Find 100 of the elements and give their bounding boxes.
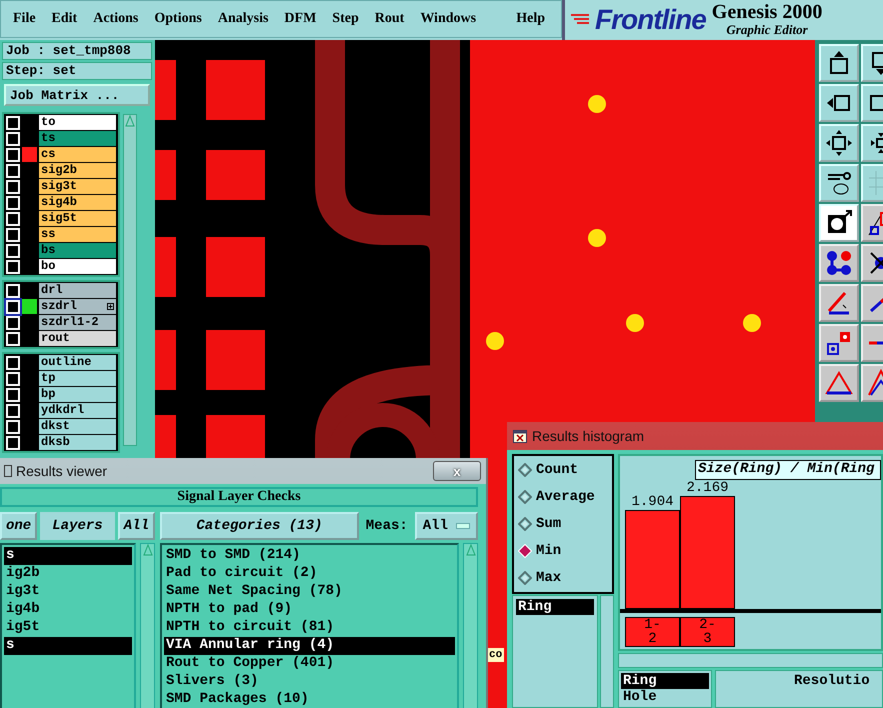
layer-checkbox[interactable] [6, 356, 20, 370]
horizontal-scrollbar[interactable] [618, 652, 883, 668]
layer-name[interactable]: cs [39, 147, 116, 162]
layer-checkbox[interactable] [6, 212, 20, 226]
layer-name[interactable]: szdrl1-2 [39, 315, 116, 330]
measure-item[interactable]: Ring [516, 599, 594, 615]
layer-name[interactable]: dksb [39, 435, 116, 450]
layer-name[interactable]: ts [39, 131, 116, 146]
category-item[interactable]: Pad to circuit (2) [164, 565, 455, 583]
layer-name[interactable]: szdrl [39, 299, 116, 314]
menu-item[interactable]: Edit [44, 11, 86, 27]
layer-name[interactable]: ss [39, 227, 116, 242]
layer-name[interactable]: bs [39, 243, 116, 258]
category-item[interactable]: VIA Annular ring (4) [164, 637, 455, 655]
tool-button[interactable] [819, 244, 859, 282]
scrollbar[interactable] [123, 114, 137, 446]
layer-name[interactable]: sig5t [39, 211, 116, 226]
layer-checkbox[interactable] [6, 420, 20, 434]
category-item[interactable]: SMD Packages (10) [164, 691, 455, 708]
layer-name[interactable]: drl [39, 283, 116, 298]
all-button[interactable]: All [118, 512, 155, 540]
menu-item[interactable]: Help [508, 11, 553, 27]
layer-checkbox[interactable] [6, 244, 20, 258]
menu-item[interactable]: Step [324, 11, 367, 27]
radio-indicator[interactable] [518, 490, 532, 504]
category-item[interactable]: Rout to Copper (401) [164, 655, 455, 673]
radio-indicator[interactable] [518, 516, 532, 531]
layer-checkbox[interactable] [6, 284, 20, 298]
layer-checkbox[interactable] [6, 388, 20, 402]
via-dot [626, 314, 644, 332]
layer-name[interactable]: bo [39, 259, 116, 274]
layer-checkbox[interactable] [6, 316, 20, 330]
menu-item[interactable]: Actions [85, 11, 146, 27]
result-list-item[interactable]: Ring [621, 673, 709, 689]
layer-name[interactable]: bp [39, 387, 116, 402]
layer-checkbox[interactable] [6, 372, 20, 386]
category-item[interactable]: Same Net Spacing (78) [164, 583, 455, 601]
via-dot [588, 95, 606, 113]
layer-checkbox[interactable] [6, 332, 20, 346]
tool-button[interactable] [819, 324, 859, 362]
layer-checkbox[interactable] [6, 116, 20, 130]
brand-logo: Frontline [595, 4, 706, 36]
mode-radio[interactable]: Min [518, 543, 612, 560]
layer-checkbox[interactable] [6, 260, 20, 274]
category-item[interactable]: NPTH to pad (9) [164, 601, 455, 619]
menu-item[interactable]: Options [146, 11, 210, 27]
result-list-item[interactable]: Hole [621, 689, 709, 705]
mode-radio[interactable]: Max [518, 570, 612, 586]
layer-name[interactable]: ydkdrl [39, 403, 116, 418]
tool-button[interactable] [819, 44, 859, 82]
layer-name[interactable]: outline [39, 355, 116, 370]
tool-button[interactable] [819, 84, 859, 122]
layer-checkbox[interactable] [6, 404, 20, 418]
layer-list-item[interactable]: s [4, 637, 132, 655]
menu-item[interactable]: Rout [366, 11, 412, 27]
layer-list-item[interactable]: ig2b [4, 565, 132, 583]
meas-label: Meas: [364, 517, 409, 536]
mode-radio[interactable]: Average [518, 488, 612, 505]
meas-dropdown[interactable]: All [414, 512, 478, 540]
layer-list-item[interactable]: ig5t [4, 619, 132, 637]
layer-list-item[interactable]: ig4b [4, 601, 132, 619]
menu-item[interactable]: DFM [276, 11, 324, 27]
mode-radio[interactable]: Count [518, 462, 612, 478]
category-item[interactable]: NPTH to circuit (81) [164, 619, 455, 637]
layer-checkbox[interactable] [6, 164, 20, 178]
menu-item[interactable]: File [5, 11, 44, 27]
layer-checkbox[interactable] [6, 196, 20, 210]
tool-button[interactable] [819, 364, 859, 402]
category-item[interactable]: SMD to SMD (214) [164, 547, 455, 565]
categories-button[interactable]: Categories (13) [160, 512, 359, 540]
scrollbar[interactable] [600, 595, 614, 708]
layer-checkbox[interactable] [6, 148, 20, 162]
tool-button[interactable] [819, 284, 859, 322]
layer-name[interactable]: sig3t [39, 179, 116, 194]
window-title: Results viewer [16, 463, 108, 479]
category-item[interactable]: Slivers (3) [164, 673, 455, 691]
tool-button[interactable] [819, 164, 859, 202]
layer-checkbox[interactable] [6, 436, 20, 450]
radio-indicator[interactable] [518, 571, 532, 586]
layer-checkbox[interactable] [6, 180, 20, 194]
tool-button[interactable] [819, 124, 859, 162]
layer-list-item[interactable]: ig3t [4, 583, 132, 601]
layer-list-item[interactable]: s [4, 547, 132, 565]
menu-item[interactable]: Analysis [210, 11, 276, 27]
menu-item[interactable]: Windows [412, 11, 484, 27]
radio-indicator[interactable] [518, 462, 532, 477]
layer-name[interactable]: dkst [39, 419, 116, 434]
tool-button[interactable] [819, 204, 859, 242]
layer-checkbox[interactable] [6, 228, 20, 242]
scrollbar[interactable] [463, 543, 478, 708]
scrollbar[interactable] [140, 543, 155, 708]
layer-name[interactable]: to [39, 115, 116, 130]
mode-radio[interactable]: Sum [518, 516, 612, 532]
layer-checkbox[interactable] [6, 132, 20, 146]
layer-name[interactable]: rout [39, 331, 116, 346]
layer-name[interactable]: sig2b [39, 163, 116, 178]
job-matrix-button[interactable]: Job Matrix ... [4, 84, 150, 106]
none-button[interactable]: one [0, 512, 38, 540]
layer-name[interactable]: tp [39, 371, 116, 386]
layer-name[interactable]: sig4b [39, 195, 116, 210]
